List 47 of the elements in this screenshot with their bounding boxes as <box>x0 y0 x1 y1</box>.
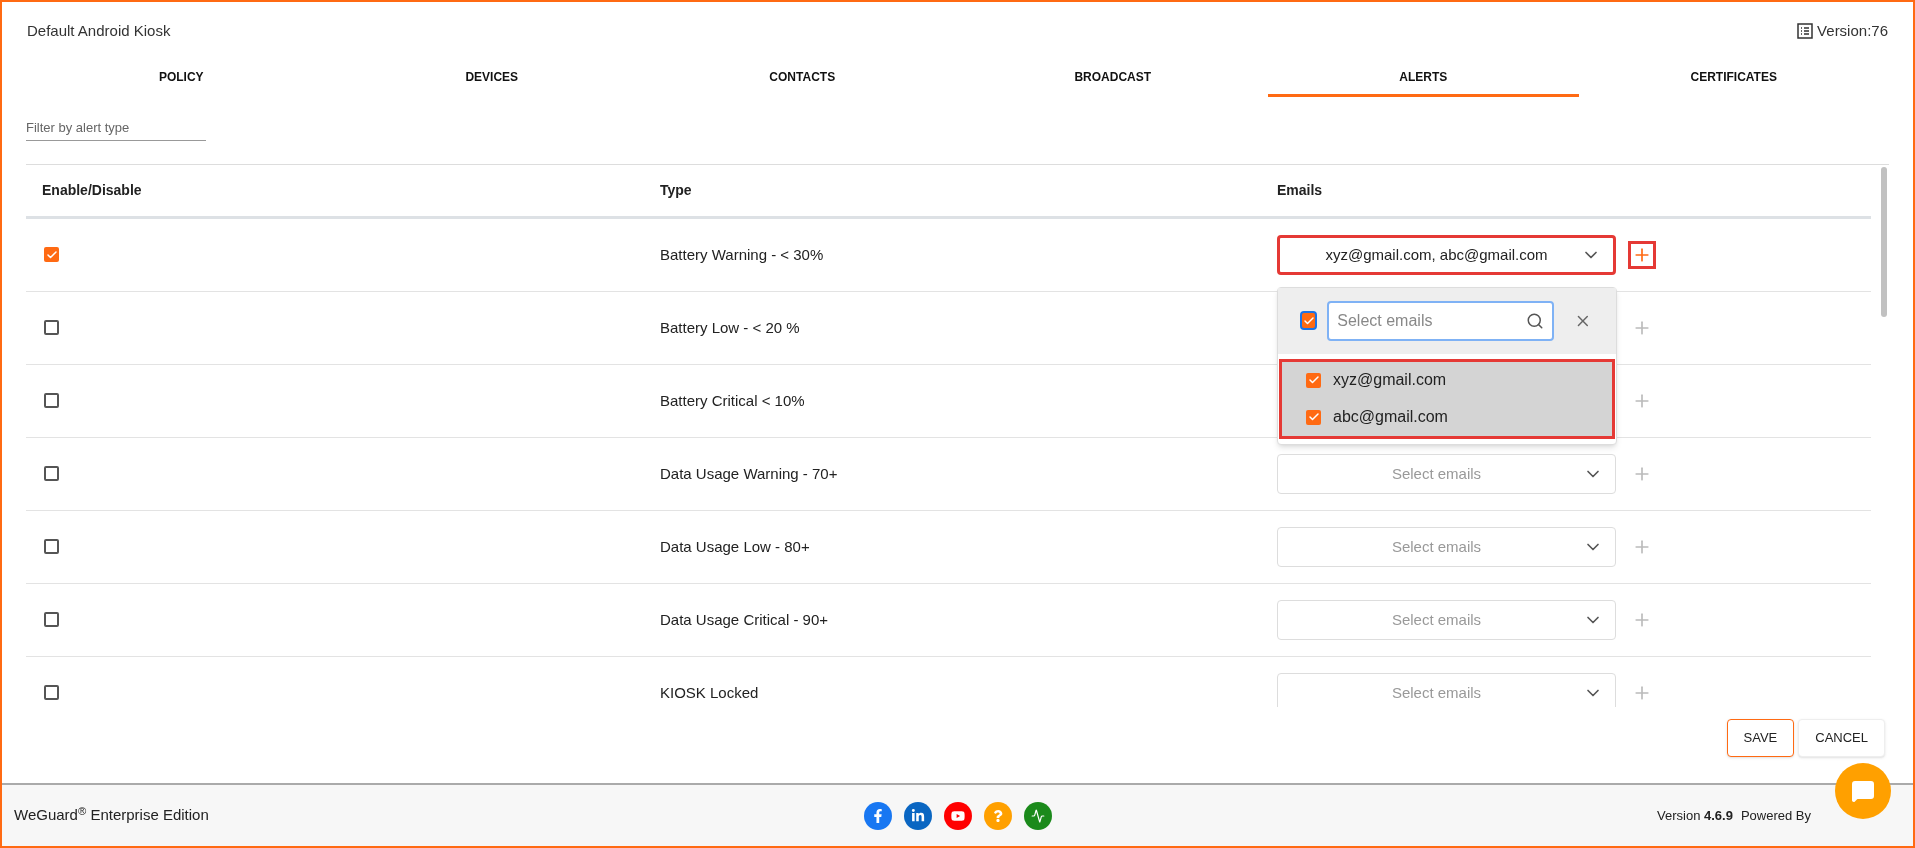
cancel-button[interactable]: CANCEL <box>1798 718 1885 757</box>
email-checkbox[interactable] <box>1306 372 1321 388</box>
search-icon <box>1526 311 1545 330</box>
alert-type: Battery Warning - < 30% <box>660 244 825 265</box>
heartbeat-icon[interactable] <box>1023 801 1052 830</box>
enable-checkbox[interactable] <box>44 612 59 628</box>
email-option[interactable]: xyz@gmail.com <box>1333 368 1447 393</box>
linkedin-icon[interactable] <box>903 801 932 830</box>
email-search-field[interactable]: Select emails <box>1327 300 1555 341</box>
alert-type: Battery Low - < 20 % <box>660 317 801 338</box>
enable-checkbox[interactable] <box>44 393 59 409</box>
help-icon[interactable] <box>983 801 1012 830</box>
email-select[interactable]: xyz@gmail.com, abc@gmail.com <box>1277 234 1616 275</box>
save-button[interactable]: SAVE <box>1726 718 1795 757</box>
enable-checkbox[interactable] <box>44 466 59 482</box>
alert-type: Data Usage Warning - 70+ <box>660 463 839 484</box>
brand-text: WeGuard$^{®}$ Enterprise Edition <box>14 804 210 826</box>
alert-type: Data Usage Low - 80+ <box>660 536 811 557</box>
enable-checkbox[interactable] <box>44 685 59 701</box>
filter-field[interactable]: Filter by alert type <box>26 115 206 142</box>
enable-checkbox[interactable] <box>44 320 59 336</box>
list-icon <box>1797 22 1814 39</box>
enable-checkbox[interactable] <box>44 539 59 555</box>
column-header: Emails <box>1277 180 1323 200</box>
powered-by: Powered By <box>1740 806 1811 825</box>
select-all-checkbox[interactable] <box>1302 313 1316 329</box>
alert-type: Battery Critical < 10% <box>660 390 806 411</box>
alert-type: Data Usage Critical - 90+ <box>660 609 829 630</box>
add-button[interactable] <box>1628 240 1656 269</box>
alert-type: KIOSK Locked <box>660 682 760 703</box>
youtube-icon[interactable] <box>943 801 972 830</box>
facebook-icon[interactable] <box>863 801 892 830</box>
email-checkbox[interactable] <box>1306 409 1321 425</box>
tab[interactable]: DEVICES <box>336 59 647 98</box>
email-option[interactable]: abc@gmail.com <box>1333 405 1448 430</box>
page-title: Default Android Kiosk <box>27 20 171 41</box>
chat-icon <box>1851 779 1875 804</box>
tab[interactable]: CONTACTS <box>647 59 958 98</box>
version-label: Version:76 <box>1817 20 1888 41</box>
column-header: Type <box>660 180 693 200</box>
tab[interactable]: BROADCAST <box>957 59 1268 98</box>
enable-checkbox[interactable] <box>44 247 59 263</box>
tab[interactable]: POLICY <box>26 59 337 98</box>
tab[interactable]: CERTIFICATES <box>1578 59 1889 98</box>
app-version: Version 4.6.9 <box>1657 806 1733 825</box>
tab[interactable]: ALERTS <box>1268 59 1579 98</box>
column-header: Enable/Disable <box>41 180 143 200</box>
